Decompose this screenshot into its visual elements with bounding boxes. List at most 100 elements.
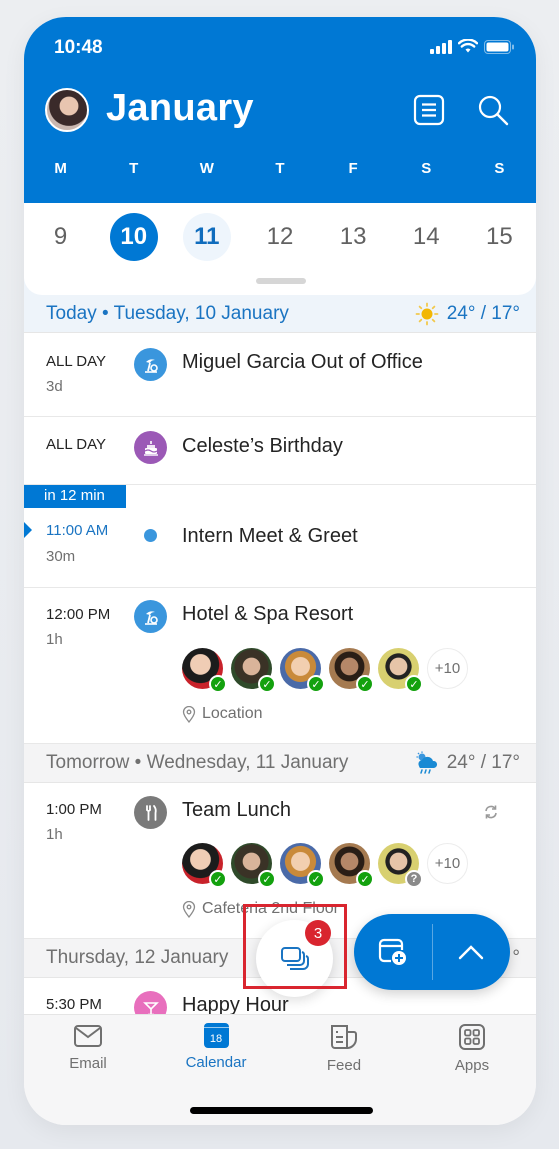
day-11-selected[interactable]: 11	[170, 213, 243, 261]
day-number: 9	[53, 223, 68, 250]
tab-apps[interactable]: Apps	[408, 1015, 536, 1125]
search-button[interactable]	[476, 93, 510, 127]
attendee-list: ✓ ✓ ✓ ✓ ✓ +10	[182, 648, 468, 693]
attendee-avatar[interactable]: ✓	[231, 843, 276, 888]
sun-icon	[415, 302, 439, 325]
accepted-check-icon: ✓	[307, 870, 325, 888]
accepted-check-icon: ✓	[258, 870, 276, 888]
day-9[interactable]: 9	[24, 213, 97, 261]
day-header-label: Thursday, 12 January	[46, 947, 229, 968]
event-title: Celeste’s Birthday	[182, 435, 343, 457]
vacation-icon	[134, 348, 167, 381]
event-duration: 1h	[46, 826, 63, 843]
attendee-avatar[interactable]: ✓	[329, 843, 374, 888]
event-time: ALL DAY	[46, 353, 107, 370]
weekday-label: S	[494, 160, 505, 177]
calendar-date: 18	[209, 1033, 223, 1045]
chevron-up-icon	[459, 945, 484, 960]
accepted-check-icon: ✓	[356, 675, 374, 693]
event-row[interactable]: ALL DAY 3d Miguel Garcia Out of Office	[24, 333, 536, 417]
tab-email[interactable]: Email	[24, 1015, 152, 1125]
event-title: Team Lunch	[182, 799, 291, 821]
event-duration: 30m	[46, 548, 76, 565]
event-title: Hotel & Spa Resort	[182, 603, 354, 625]
tentative-question-icon: ?	[405, 870, 423, 888]
attendee-avatar[interactable]: ?	[378, 843, 423, 888]
weather: 24° / 17°	[413, 751, 520, 775]
attendee-avatar[interactable]: ✓	[329, 648, 374, 693]
weather: 24° / 17°	[415, 302, 520, 326]
event-duration: 1h	[46, 631, 63, 648]
attendee-avatar[interactable]: ✓	[280, 648, 325, 693]
attendee-list: ✓ ✓ ✓ ✓ ? +10	[182, 843, 468, 888]
attendee-avatar[interactable]: ✓	[182, 843, 227, 888]
new-event-pill	[354, 914, 510, 990]
agenda-view-button[interactable]	[412, 93, 446, 127]
recurring-icon	[485, 805, 497, 819]
accepted-check-icon: ✓	[307, 675, 325, 693]
search-icon	[478, 95, 509, 126]
day-15[interactable]: 15	[463, 213, 536, 261]
attendee-avatar[interactable]: ✓	[231, 648, 276, 693]
week-day-strip: 9 10 11 12 13 14 15	[24, 203, 536, 295]
accepted-check-icon: ✓	[209, 675, 227, 693]
event-row-upcoming[interactable]: in 12 min 11:00 AM 30m Intern Meet & Gre…	[24, 485, 536, 588]
calendar-add-icon	[378, 938, 406, 965]
profile-avatar[interactable]	[45, 88, 89, 132]
tab-label: Apps	[454, 1057, 490, 1074]
event-time: 11:00 AM	[46, 522, 109, 539]
event-title: Miguel Garcia Out of Office	[182, 351, 423, 373]
status-time: 10:48	[54, 37, 103, 58]
signal-icon	[430, 39, 452, 54]
new-event-button[interactable]	[354, 914, 432, 990]
rain-cloud-icon	[416, 751, 437, 774]
month-title[interactable]: January	[106, 87, 254, 130]
event-row[interactable]: ALL DAY Celeste’s Birthday	[24, 417, 536, 485]
attendee-avatar[interactable]: ✓	[182, 648, 227, 693]
expand-grabber[interactable]	[256, 278, 306, 284]
weekday-label: F	[348, 160, 358, 177]
apps-icon	[459, 1024, 485, 1050]
day-header-label: Tomorrow • Wednesday, 11 January	[46, 752, 349, 773]
accepted-check-icon: ✓	[356, 870, 374, 888]
day-13[interactable]: 13	[317, 213, 390, 261]
feed-icon	[331, 1025, 357, 1049]
attendee-avatar[interactable]: ✓	[280, 843, 325, 888]
vacation-icon	[134, 600, 167, 633]
fork-knife-icon	[134, 796, 167, 829]
day-14[interactable]: 14	[390, 213, 463, 261]
event-location[interactable]: Location	[182, 705, 263, 723]
cocktail-icon	[134, 991, 167, 1014]
weekday-label: M	[54, 160, 67, 177]
weekday-row: M T W T F S S	[24, 160, 536, 177]
day-10-today[interactable]: 10	[97, 213, 170, 261]
tab-label: Calendar	[185, 1054, 247, 1071]
weekday-label: W	[199, 160, 214, 177]
calendar-dot-icon	[144, 529, 157, 542]
attendee-avatar[interactable]: ✓	[378, 648, 423, 693]
day-header-tomorrow: Tomorrow • Wednesday, 11 January 24° / 1…	[24, 744, 536, 783]
weekday-label: T	[275, 160, 285, 177]
battery-icon	[484, 39, 514, 54]
day-number: 15	[486, 223, 513, 250]
upcoming-badge: in 12 min	[24, 485, 126, 508]
list-view-icon	[413, 94, 445, 126]
mail-icon	[74, 1025, 102, 1047]
tab-label: Feed	[326, 1057, 362, 1074]
event-row[interactable]: 12:00 PM 1h Hotel & Spa Resort ✓ ✓ ✓ ✓ ✓…	[24, 588, 536, 744]
accepted-check-icon: ✓	[209, 870, 227, 888]
day-header-today: Today • Tuesday, 10 January 24° / 17°	[24, 295, 536, 333]
more-attendees[interactable]: +10	[427, 843, 468, 884]
calendar-icon: 18	[203, 1023, 229, 1048]
day-number: 10	[109, 213, 158, 261]
day-number: 13	[339, 223, 367, 250]
phone-screen: 10:48 January M T W T F S S 9 10 11 12 1…	[24, 17, 536, 1125]
more-attendees[interactable]: +10	[427, 648, 468, 689]
weather-temps: °	[512, 947, 520, 968]
expand-up-button[interactable]	[433, 914, 511, 990]
event-duration: 3d	[46, 378, 63, 395]
event-time: 12:00 PM	[46, 606, 111, 623]
accepted-check-icon: ✓	[405, 675, 423, 693]
day-12[interactable]: 12	[243, 213, 316, 261]
home-indicator[interactable]	[190, 1107, 373, 1114]
